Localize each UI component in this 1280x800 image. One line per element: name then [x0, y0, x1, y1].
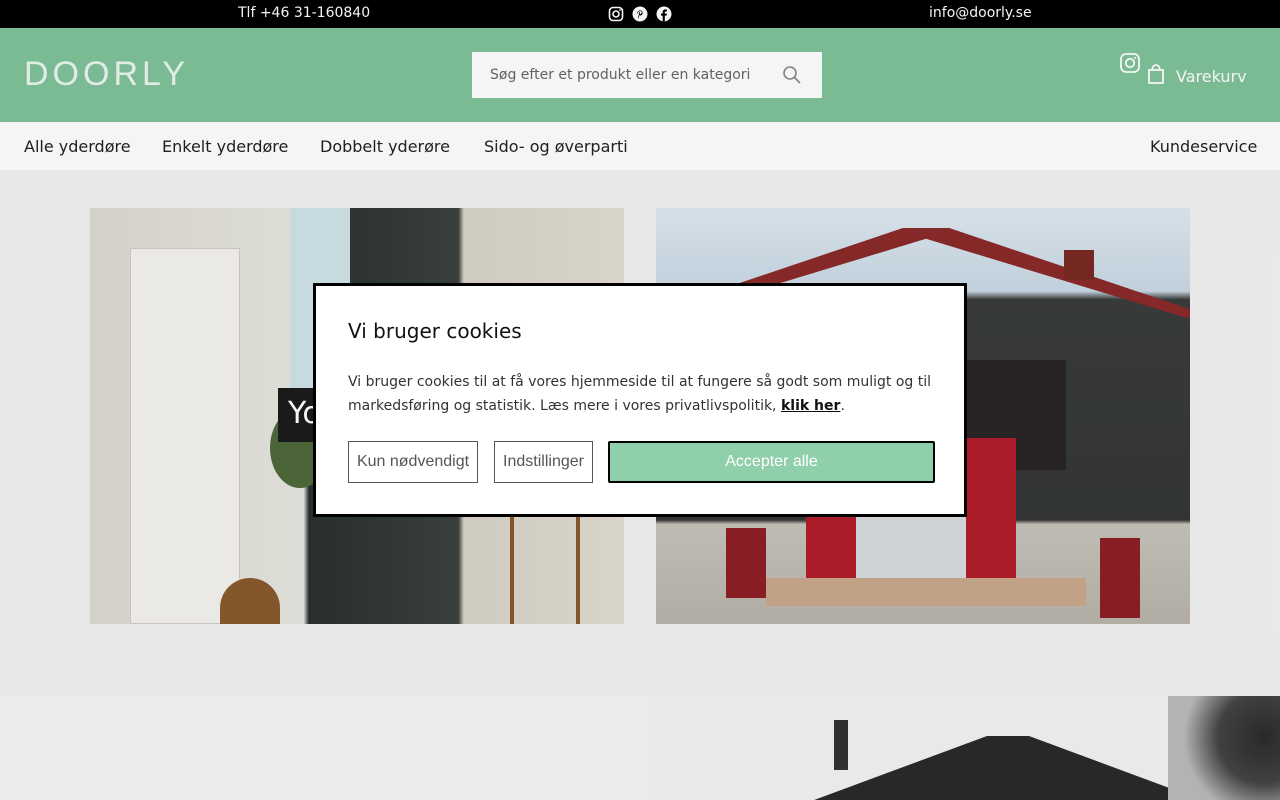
accept-all-button[interactable]: Accepter alle — [608, 441, 935, 483]
cookie-text: Vi bruger cookies til at få vores hjemme… — [348, 370, 948, 418]
cookie-period: . — [840, 398, 845, 414]
cookie-title: Vi bruger cookies — [348, 319, 522, 343]
settings-button[interactable]: Indstillinger — [494, 441, 593, 483]
privacy-link[interactable]: klik her — [781, 398, 840, 414]
cookie-dialog: Vi bruger cookies Vi bruger cookies til … — [313, 283, 967, 517]
necessary-only-button[interactable]: Kun nødvendigt — [348, 441, 478, 483]
